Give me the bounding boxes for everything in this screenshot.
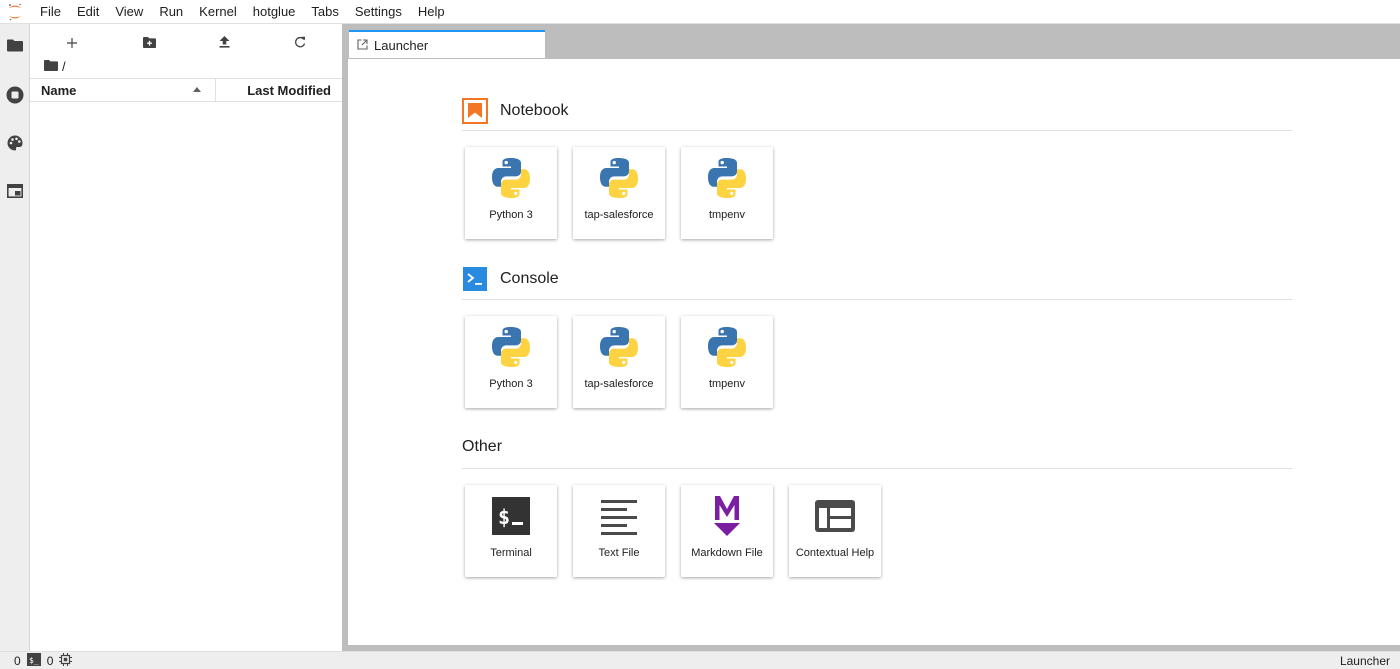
refresh-icon — [294, 36, 306, 51]
contextual-help-card[interactable]: Contextual Help — [789, 485, 881, 577]
menu-run[interactable]: Run — [151, 0, 191, 24]
terminal-count: 0 — [46, 653, 54, 668]
card-label: tmpenv — [708, 378, 746, 390]
card-label: Terminal — [490, 547, 532, 559]
new-launcher-button[interactable] — [57, 28, 87, 58]
kernel-chip-icon — [59, 652, 73, 669]
tab-bar: Launcher — [348, 24, 1400, 58]
other-section-label: Other — [462, 438, 503, 455]
last-modified-column-header[interactable]: Last Modified — [216, 79, 342, 101]
new-folder-icon — [142, 36, 156, 51]
card-label: tmpenv — [708, 209, 746, 221]
kernel-count: 0 — [14, 653, 21, 668]
breadcrumb: / — [44, 58, 66, 74]
svg-text:$: $ — [498, 505, 510, 529]
other-section-title: Other — [462, 438, 502, 456]
menu-view[interactable]: View — [107, 0, 151, 24]
menu-edit[interactable]: Edit — [69, 0, 107, 24]
upload-button[interactable] — [209, 28, 239, 58]
python-icon — [598, 326, 640, 368]
python-icon — [598, 157, 640, 199]
activity-sidebar — [0, 24, 30, 651]
menu-hotglue[interactable]: hotglue — [245, 0, 304, 24]
breadcrumb-root[interactable]: / — [62, 59, 66, 74]
sort-ascending-icon — [193, 87, 201, 92]
card-label: tap-salesforce — [584, 209, 654, 221]
launcher-panel: Notebook Python 3 tap-salesforce tmpenv — [348, 58, 1400, 645]
console-tmpenv-card[interactable]: tmpenv — [681, 316, 773, 408]
new-folder-button[interactable] — [134, 28, 164, 58]
terminal-icon: $ — [490, 495, 532, 537]
markdown-icon — [706, 495, 748, 537]
notebook-icon — [462, 98, 488, 124]
status-mode-label: Launcher — [1339, 654, 1390, 668]
console-tap-salesforce-card[interactable]: tap-salesforce — [573, 316, 665, 408]
card-label: Markdown File — [691, 547, 763, 559]
text-file-card[interactable]: Text File — [573, 485, 665, 577]
notebook-tmpenv-card[interactable]: tmpenv — [681, 147, 773, 239]
menu-settings[interactable]: Settings — [347, 0, 410, 24]
card-label: Contextual Help — [795, 547, 875, 559]
file-list-header: Name Last Modified — [30, 78, 342, 102]
terminal-status-icon: $_ — [26, 652, 41, 669]
console-icon — [462, 266, 488, 292]
notebook-section-label: Notebook — [500, 102, 569, 119]
plus-icon — [67, 36, 77, 51]
status-bar: 0 $_ 0 Launcher — [0, 651, 1400, 669]
tabs-icon — [7, 183, 23, 201]
text-file-icon — [598, 495, 640, 537]
last-modified-column-label: Last Modified — [247, 82, 331, 98]
running-sessions-tab-button[interactable] — [0, 81, 30, 111]
jupyter-logo-icon[interactable] — [0, 0, 30, 24]
notebook-divider — [462, 130, 1292, 131]
notebook-section-title: Notebook — [462, 98, 569, 124]
card-label: Text File — [598, 547, 640, 559]
terminal-card[interactable]: $ Terminal — [465, 485, 557, 577]
name-column-header[interactable]: Name — [30, 79, 216, 101]
tab-launcher-label: Launcher — [374, 37, 429, 53]
tab-launcher[interactable]: Launcher — [349, 30, 545, 58]
python-icon — [490, 326, 532, 368]
running-icon — [6, 86, 24, 107]
upload-icon — [219, 35, 230, 51]
main-area: Launcher Notebook Python 3 tap-salesforc… — [348, 24, 1400, 651]
menu-bar: File Edit View Run Kernel hotglue Tabs S… — [0, 0, 1400, 24]
palette-icon — [7, 135, 23, 154]
card-label: Python 3 — [489, 209, 533, 221]
notebook-python3-card[interactable]: Python 3 — [465, 147, 557, 239]
kernel-count-item[interactable]: 0 $_ 0 — [14, 652, 73, 669]
file-browser-toolbar — [30, 28, 342, 58]
name-column-label: Name — [41, 82, 77, 98]
file-browser-tab-button[interactable] — [0, 32, 30, 62]
card-label: tap-salesforce — [584, 378, 654, 390]
other-divider — [462, 468, 1292, 469]
status-mode: Launcher — [1340, 652, 1390, 669]
home-folder-icon[interactable] — [44, 59, 58, 74]
python-icon — [490, 157, 532, 199]
menu-kernel[interactable]: Kernel — [191, 0, 245, 24]
console-section-label: Console — [500, 270, 559, 287]
menu-file[interactable]: File — [30, 0, 69, 24]
open-tabs-tab-button[interactable] — [0, 177, 30, 207]
card-label: Python 3 — [489, 378, 533, 390]
svg-text:$_: $_ — [29, 656, 39, 665]
refresh-button[interactable] — [285, 28, 315, 58]
notebook-tap-salesforce-card[interactable]: tap-salesforce — [573, 147, 665, 239]
console-section-title: Console — [462, 266, 559, 292]
file-browser-panel: / Name Last Modified — [30, 24, 342, 651]
command-palette-tab-button[interactable] — [0, 129, 30, 159]
console-divider — [462, 299, 1292, 300]
python-icon — [706, 157, 748, 199]
menu-tabs[interactable]: Tabs — [303, 0, 346, 24]
contextual-help-icon — [814, 495, 856, 537]
launcher-tab-icon — [357, 38, 368, 53]
python-icon — [706, 326, 748, 368]
folder-icon — [7, 39, 23, 55]
markdown-file-card[interactable]: Markdown File — [681, 485, 773, 577]
console-python3-card[interactable]: Python 3 — [465, 316, 557, 408]
menu-help[interactable]: Help — [410, 0, 453, 24]
